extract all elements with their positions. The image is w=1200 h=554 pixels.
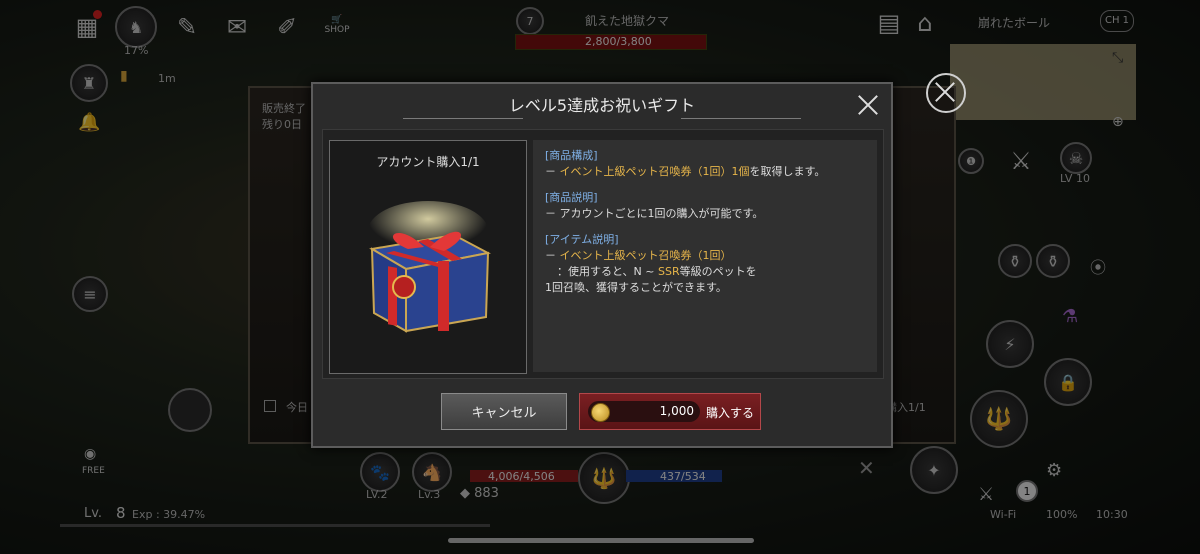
price-text: 1,000	[659, 404, 694, 418]
ssr-grade: SSR	[658, 265, 680, 278]
composition-item: イベント上級ペット召喚券（1回）1個	[559, 165, 750, 178]
item-info-header: [アイテム説明]	[545, 233, 619, 246]
cancel-label: キャンセル	[471, 406, 537, 421]
composition-header: [商品構成]	[545, 149, 598, 162]
gold-coin-icon	[591, 403, 610, 422]
item-info-line2: 1回召喚、獲得することができます。	[545, 281, 727, 294]
outer-close-button[interactable]	[926, 73, 966, 113]
gift-purchase-dialog: レベル5達成お祝いギフト アカウント購入1/1 [商品構成] － イベント上級ペ…	[311, 82, 893, 448]
content-frame: アカウント購入1/1 [商品構成] － イベント上級ペット召喚券（1回）1個を取…	[322, 129, 884, 379]
price-pill: 1,000	[588, 401, 700, 422]
dialog-title: レベル5達成お祝いギフト	[508, 96, 696, 115]
description-header: [商品説明]	[545, 191, 598, 204]
buy-button[interactable]: 1,000 購入する	[579, 393, 761, 430]
gift-box-icon	[368, 201, 491, 333]
item-preview: アカウント購入1/1	[329, 140, 527, 374]
cancel-button[interactable]: キャンセル	[441, 393, 567, 430]
item-info-line1: ：使用すると、N ~ SSR等級のペットを	[557, 265, 757, 278]
item-caption: アカウント購入1/1	[376, 155, 480, 169]
composition-line: － イベント上級ペット召喚券（1回）1個を取得します。	[545, 165, 826, 178]
title-divider-right	[681, 118, 801, 119]
description-panel: [商品構成] － イベント上級ペット召喚券（1回）1個を取得します。 [商品説明…	[533, 140, 877, 372]
description-line: － アカウントごとに1回の購入が可能です。	[545, 207, 764, 220]
title-divider-left	[403, 118, 523, 119]
close-icon[interactable]	[857, 94, 879, 116]
item-info-name-line: － イベント上級ペット召喚券（1回）	[545, 249, 732, 262]
buy-label: 購入する	[706, 406, 755, 420]
item-info-name: イベント上級ペット召喚券（1回）	[559, 249, 732, 262]
